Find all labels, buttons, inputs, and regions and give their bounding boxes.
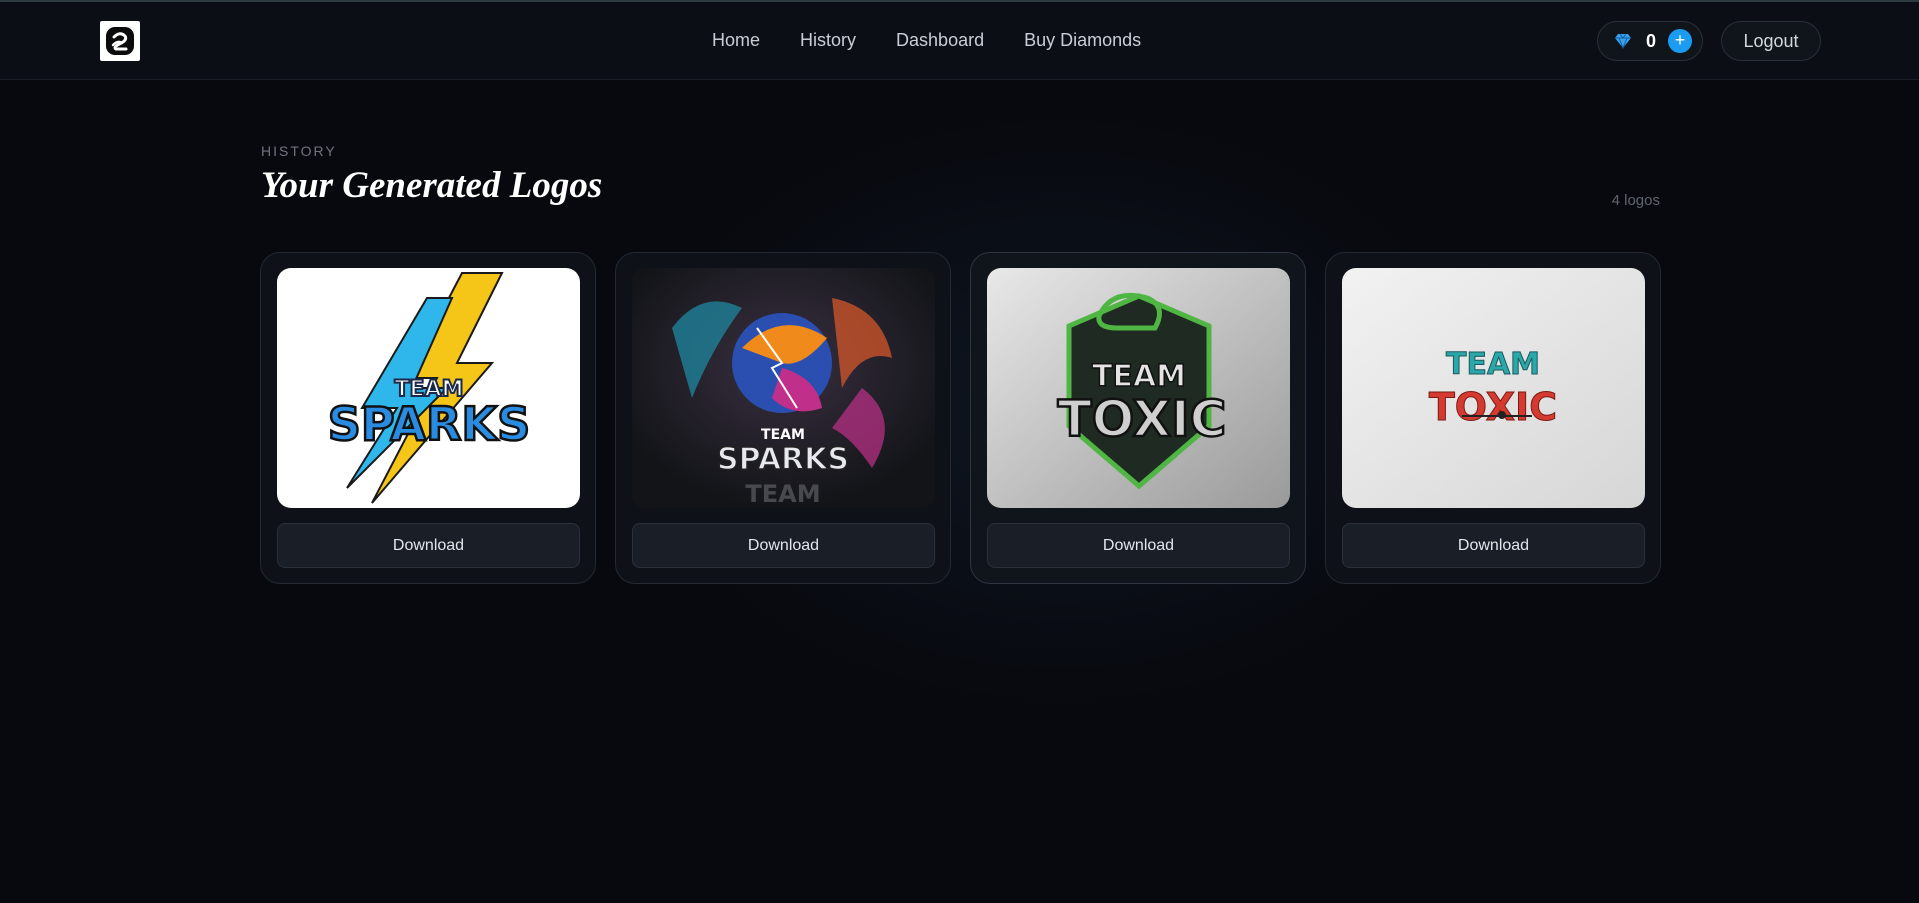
nav-home[interactable]: Home — [712, 30, 760, 51]
page-title: Your Generated Logos — [261, 165, 603, 206]
logo-card: TEAM SPARKS Download — [260, 252, 596, 584]
plus-icon[interactable]: + — [1668, 29, 1692, 53]
logout-button[interactable]: Logout — [1721, 21, 1821, 61]
logo-thumbnail[interactable]: TEAM TOXIC — [1342, 268, 1645, 508]
logo-text-team: TEAM — [761, 427, 805, 443]
logo-thumbnail[interactable]: TEAM SPARKS TEAM — [632, 268, 935, 508]
download-button[interactable]: Download — [1342, 523, 1645, 568]
nav-links: Home History Dashboard Buy Diamonds — [712, 2, 1141, 79]
logo-text-name: TOXIC — [1429, 385, 1557, 429]
logo-card: TEAM TOXIC Download — [1325, 252, 1661, 584]
logo-text-team: TEAM — [1446, 347, 1540, 382]
logo-text-name: SPARKS — [717, 442, 849, 477]
app-logo-icon[interactable] — [100, 21, 140, 61]
download-button[interactable]: Download — [632, 523, 935, 568]
logo-count: 4 logos — [1611, 192, 1660, 209]
diamond-balance[interactable]: 0 + — [1597, 21, 1703, 61]
logo-thumbnail[interactable]: TEAM TOXIC — [987, 268, 1290, 508]
diamond-count: 0 — [1646, 31, 1657, 51]
logo-text-reflection: TEAM — [745, 480, 820, 508]
diamond-icon — [1615, 33, 1631, 49]
download-button[interactable]: Download — [987, 523, 1290, 568]
navbar: Home History Dashboard Buy Diamonds 0 + … — [0, 2, 1919, 80]
nav-history[interactable]: History — [800, 30, 856, 51]
logo-text-team: TEAM — [1092, 359, 1186, 394]
nav-buy-diamonds[interactable]: Buy Diamonds — [1024, 30, 1141, 51]
logo-text-name: TOXIC — [1058, 390, 1227, 448]
logo-thumbnail[interactable]: TEAM SPARKS — [277, 268, 580, 508]
section-eyebrow: HISTORY — [261, 143, 337, 159]
nav-dashboard[interactable]: Dashboard — [896, 30, 984, 51]
download-button[interactable]: Download — [277, 523, 580, 568]
logo-text-name: SPARKS — [328, 397, 530, 451]
logo-card: TEAM SPARKS TEAM Download — [615, 252, 951, 584]
logo-card: TEAM TOXIC Download — [970, 252, 1306, 584]
